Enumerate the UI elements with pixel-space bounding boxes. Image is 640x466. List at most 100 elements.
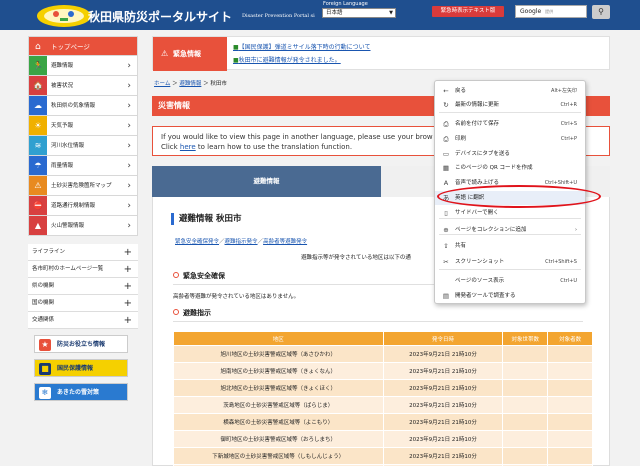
translate-help-link[interactable]: here <box>180 143 196 151</box>
sidebar-item-label: 避難情報 <box>51 63 74 69</box>
sidebar-item[interactable]: 🏃 避難情報 › <box>28 56 138 76</box>
table-cell <box>502 447 549 465</box>
plus-icon: + <box>123 281 132 292</box>
site-title[interactable]: 秋田県防災ポータルサイト <box>88 8 232 25</box>
banner-icon: ★ <box>39 339 51 351</box>
sidebar-expandable-item[interactable]: 国の機関 + <box>28 295 138 312</box>
banner-label: あきたの雪対策 <box>57 389 100 396</box>
plus-icon: + <box>123 315 132 326</box>
breadcrumb-separator: ＞ <box>172 81 178 87</box>
context-menu-item[interactable]: ← 戻る Alt+左矢印 <box>435 84 585 98</box>
chevron-right-icon: › <box>127 121 131 131</box>
notice-text: Click <box>161 143 180 151</box>
menu-item-label: 印刷 <box>455 136 467 142</box>
sidebar-expandable-item[interactable]: ライフライン + <box>28 244 138 261</box>
menu-item-label: 最新の情報に更新 <box>455 102 500 108</box>
sidebar-item[interactable]: 🏠 被害状況 › <box>28 76 138 96</box>
sidebar-item-label: 河川水位情報 <box>51 143 85 149</box>
menu-item-icon: ✂ <box>443 258 449 266</box>
banner-label: 国民保護情報 <box>57 365 94 372</box>
table-cell: 旭南地区の土砂災害警戒区域等（きょくなん） <box>173 362 384 380</box>
chevron-right-icon: › <box>127 101 131 111</box>
sidebar-item-label: 国の機関 <box>32 300 55 306</box>
search-brand: Google <box>520 8 542 15</box>
context-menu-item[interactable]: ⊕ ページをコレクションに追加 › <box>435 223 585 237</box>
table-cell <box>502 396 549 414</box>
sidebar-banner[interactable]: ❄ あきたの雪対策 <box>34 383 128 401</box>
chevron-right-icon: › <box>127 201 131 211</box>
circle-icon <box>173 309 179 315</box>
menu-item-icon: ▭ <box>442 150 450 158</box>
sidebar-expandable-item[interactable]: 各市町村のホームページ一覧 + <box>28 261 138 278</box>
text-version-button[interactable]: 緊急時表示テキスト版 <box>432 6 504 17</box>
sidebar-item-label: 天気予報 <box>51 123 74 129</box>
context-menu-item[interactable]: ✂ スクリーンショット Ctrl+Shift+S <box>435 255 585 269</box>
sidebar-expandable-item[interactable]: 交通関係 + <box>28 312 138 329</box>
menu-item-shortcut: Ctrl+R <box>560 102 577 108</box>
menu-separator <box>439 112 581 113</box>
language-select[interactable]: 日本語 ▼ <box>322 8 396 18</box>
context-menu-item[interactable]: ▭ デバイスにタブを送る <box>435 147 585 161</box>
link-emergency-safety[interactable]: 緊急安全確保発令 <box>175 239 219 245</box>
sidebar-banner[interactable]: ■ 国民保護情報 <box>34 359 128 377</box>
sidebar-item[interactable]: ☂ 雨量情報 › <box>28 156 138 176</box>
chevron-right-icon: › <box>127 221 131 231</box>
breadcrumb-separator: ＞ <box>203 81 209 87</box>
sidebar: ⌂ トップページ 🏃 避難情報 › 🏠 被害状況 › ☁ 秋田県の気象情報 › ☀ 天気予報 › ≋ 河川… <box>28 36 138 401</box>
category-icon: 🏃 <box>29 56 47 75</box>
table-cell: 2023年9月21日 21時10分 <box>382 362 504 380</box>
context-menu-item[interactable]: ▤ 開発者ツールで調査する <box>435 289 585 303</box>
table-cell: 2023年9月21日 21時10分 <box>382 430 504 448</box>
sidebar-item-label: 秋田県の気象情報 <box>51 103 96 109</box>
context-menu-item[interactable]: ▦ このページの QR コードを作成 <box>435 161 585 175</box>
context-menu-item[interactable]: ⎙ 印刷 Ctrl+P <box>435 132 585 146</box>
alert-link[interactable]: ■【国民保護】弾道ミサイル落下時の行動について <box>233 42 371 51</box>
site-logo[interactable] <box>34 2 94 28</box>
heading-emergency-safety: 緊急安全確保 <box>173 271 225 281</box>
menu-item-icon: ▯ <box>444 209 448 217</box>
panel-note: 避難指示等が発令されている地区は以下の通 <box>301 255 411 261</box>
table-cell <box>547 345 593 363</box>
alert-link[interactable]: ■秋田市に避難情報が発令されました。 <box>233 55 341 64</box>
sidebar-expandable-item[interactable]: 県の機関 + <box>28 278 138 295</box>
table-cell <box>502 430 549 448</box>
site-header: 秋田県防災ポータルサイト Disaster Prevention Portal … <box>0 0 640 30</box>
sidebar-item[interactable]: ▲ 火山警報情報 › <box>28 216 138 236</box>
context-menu-item[interactable]: ページのソース表示 Ctrl+U <box>435 274 585 288</box>
link-evac-order[interactable]: 避難指示発令 <box>225 239 258 245</box>
sidebar-banners: ★ 防災お役立ち情報 ■ 国民保護情報 ❄ あきたの雪対策 <box>28 335 138 401</box>
table-cell: 2023年9月21日 21時10分 <box>382 379 504 397</box>
menu-item-shortcut: Ctrl+U <box>560 278 577 284</box>
search-button[interactable]: ⚲ <box>592 5 610 19</box>
home-icon: ⌂ <box>35 42 41 52</box>
link-elderly-evac[interactable]: 高齢者等避難発令 <box>263 239 307 245</box>
panel-title: 避難情報 秋田市 <box>171 213 241 225</box>
menu-item-shortcut: Ctrl+P <box>560 136 577 142</box>
sidebar-item[interactable]: ⚠ 土砂災害危険箇所マップ › <box>28 176 138 196</box>
tab-evacuation[interactable]: 避難情報 <box>152 166 381 197</box>
table-cell: 2023年9月21日 21時10分 <box>382 396 504 414</box>
context-menu-item[interactable]: ⎙ 名前を付けて保存 Ctrl+S <box>435 117 585 131</box>
menu-item-label: このページの QR コードを作成 <box>455 165 533 171</box>
menu-item-shortcut: Alt+左矢印 <box>551 88 577 94</box>
table-cell <box>547 430 593 448</box>
breadcrumb-current: 秋田市 <box>210 81 227 87</box>
sidebar-item[interactable]: ☁ 秋田県の気象情報 › <box>28 96 138 116</box>
search-placeholder: 提供 <box>545 9 554 14</box>
chevron-down-icon: ▼ <box>389 10 393 16</box>
menu-item-label: ページのソース表示 <box>455 278 505 284</box>
sidebar-item-top[interactable]: ⌂ トップページ <box>28 36 138 56</box>
context-menu-item[interactable]: ⇪ 共有 <box>435 239 585 253</box>
sidebar-item[interactable]: ⛔ 道路通行規制情報 › <box>28 196 138 216</box>
alert-heading: ⚠ 緊急情報 <box>153 37 227 71</box>
context-menu-item[interactable]: ▯ サイドバーで開く <box>435 206 585 220</box>
breadcrumb-level1[interactable]: 避難情報 <box>179 81 201 87</box>
search-input[interactable]: Google 提供 <box>515 5 587 18</box>
menu-item-icon: ⇪ <box>443 242 449 250</box>
sidebar-banner[interactable]: ★ 防災お役立ち情報 <box>34 335 128 353</box>
breadcrumb-home[interactable]: ホーム <box>154 81 170 87</box>
sidebar-item[interactable]: ≋ 河川水位情報 › <box>28 136 138 156</box>
sidebar-item[interactable]: ☀ 天気予報 › <box>28 116 138 136</box>
language-label: Foreign Language <box>323 1 368 7</box>
context-menu-item[interactable]: ↻ 最新の情報に更新 Ctrl+R <box>435 98 585 112</box>
